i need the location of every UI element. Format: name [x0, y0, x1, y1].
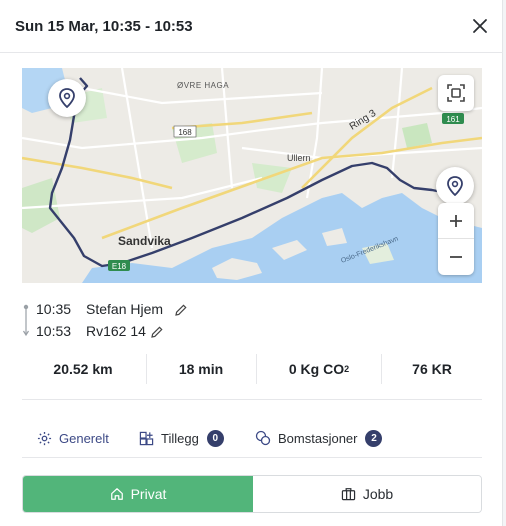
map-pin-icon: [447, 176, 463, 196]
header: Sun 15 Mar, 10:35 - 10:53: [0, 0, 503, 53]
trip-endpoints: 10:35 Stefan Hjem 10:53 Rv162 14: [22, 300, 222, 342]
trip-title: Sun 15 Mar, 10:35 - 10:53: [15, 18, 193, 35]
home-icon: [110, 488, 123, 500]
co2-subscript: 2: [344, 364, 350, 374]
end-time: 10:53: [36, 323, 72, 339]
divider: [256, 354, 257, 384]
tab-generelt[interactable]: Generelt: [37, 427, 109, 449]
map-label: Sandvika: [118, 234, 171, 248]
road-shield-label: 168: [178, 128, 192, 137]
tab-bomstasjoner-label: Bomstasjoner: [278, 430, 358, 446]
tab-tillegg[interactable]: Tillegg 0: [139, 427, 224, 449]
map-canvas: 168 161 E18 ØVRE HAGA Ullern Sandvika Ri…: [22, 68, 482, 283]
toll-coin-icon: [255, 430, 271, 446]
detail-tabs: Generelt Tillegg 0 Bomstasjoner 2: [22, 418, 482, 458]
close-icon[interactable]: [470, 16, 490, 36]
edit-start-pencil-icon[interactable]: [174, 303, 188, 317]
private-option-label: Privat: [130, 486, 167, 502]
tab-bomstasjoner[interactable]: Bomstasjoner 2: [255, 427, 383, 449]
trip-detail-panel: Sun 15 Mar, 10:35 - 10:53 168 161 E18 ØV…: [0, 0, 503, 526]
fit-view-button[interactable]: [438, 75, 474, 111]
tillegg-count-badge: 0: [206, 429, 224, 447]
start-time: 10:35: [36, 301, 72, 317]
edit-end-pencil-icon[interactable]: [150, 325, 164, 339]
plus-icon: [450, 214, 462, 227]
private-option-button[interactable]: Privat: [23, 476, 253, 512]
zoom-out-button[interactable]: [438, 239, 474, 275]
trip-stats: 20.52 km 18 min 0 Kg CO 2 76 KR: [22, 342, 482, 400]
tab-generelt-label: Generelt: [59, 430, 109, 446]
cost-stat: 76 KR: [412, 361, 452, 377]
work-option-label: Jobb: [362, 486, 394, 502]
add-ons-icon: [139, 431, 154, 445]
distance-stat: 20.52 km: [53, 361, 113, 377]
tab-tillegg-label: Tillegg: [161, 430, 199, 446]
briefcase-icon: [341, 488, 355, 501]
trip-type-toggle: Privat Jobb: [22, 475, 482, 513]
fit-screen-icon: [447, 84, 465, 102]
bomstasjoner-count-badge: 2: [365, 429, 383, 447]
road-shield-label: 161: [446, 115, 460, 124]
work-option-button[interactable]: Jobb: [253, 476, 481, 512]
map-label: Ullern: [287, 153, 311, 163]
road-shield-label: E18: [112, 262, 127, 271]
start-address: Stefan Hjem: [86, 301, 164, 317]
co2-stat: 0 Kg CO 2: [258, 354, 380, 384]
route-map[interactable]: 168 161 E18 ØVRE HAGA Ullern Sandvika Ri…: [22, 68, 482, 283]
co2-value: 0 Kg CO: [288, 361, 345, 377]
map-pin-icon: [59, 88, 75, 108]
minus-icon: [450, 256, 462, 258]
map-label: ØVRE HAGA: [177, 81, 229, 90]
zoom-control: [438, 203, 474, 275]
end-address: Rv162 14: [86, 323, 146, 339]
zoom-in-button[interactable]: [438, 203, 474, 239]
duration-stat: 18 min: [178, 361, 224, 377]
end-location-pin[interactable]: [436, 167, 474, 205]
gear-icon: [37, 431, 52, 445]
divider: [146, 354, 147, 384]
timeline-connector-icon: [22, 304, 30, 337]
start-location-pin[interactable]: [48, 79, 86, 117]
